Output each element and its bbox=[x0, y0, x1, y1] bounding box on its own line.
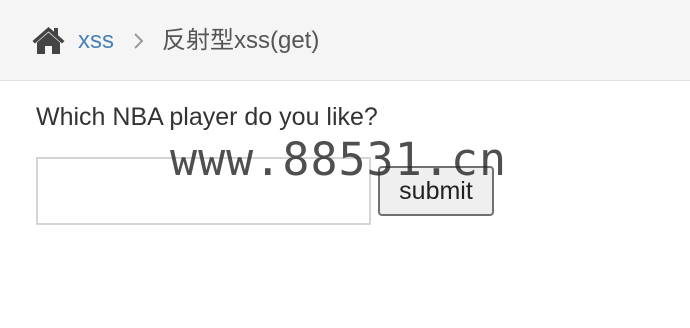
submit-button[interactable]: submit bbox=[378, 166, 494, 216]
breadcrumb-current-page: 反射型xss(get) bbox=[162, 27, 320, 54]
question-label: Which NBA player do you like? bbox=[36, 103, 378, 131]
breadcrumb-link-xss[interactable]: xss bbox=[78, 26, 114, 56]
home-icon[interactable] bbox=[31, 25, 66, 55]
player-name-input[interactable] bbox=[36, 157, 371, 225]
chevron-right-icon bbox=[134, 33, 144, 49]
breadcrumb: xss 反射型xss(get) bbox=[0, 0, 690, 81]
